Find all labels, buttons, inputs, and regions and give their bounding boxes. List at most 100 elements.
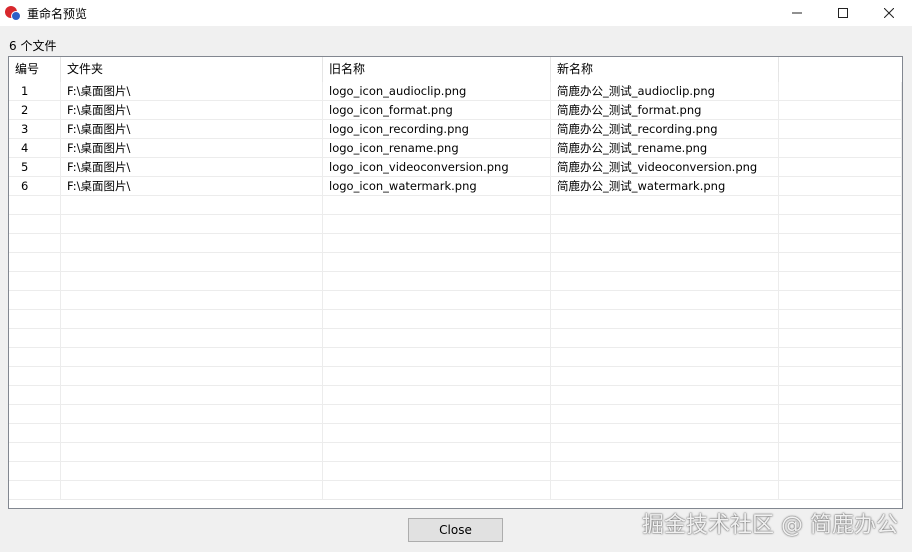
empty-cell <box>551 272 779 290</box>
table-row[interactable]: 5 F:\桌面图片\ logo_icon_videoconversion.png 简鹿… <box>9 158 902 177</box>
column-header-number[interactable]: 编号 <box>9 57 61 82</box>
rename-preview-table[interactable]: 编号 文件夹 旧名称 新名称 1 F:\桌面图片\ logo_icon_audioc… <box>8 56 903 509</box>
empty-cell <box>9 291 61 309</box>
row-number: 1 <box>9 82 61 100</box>
empty-cell <box>551 348 779 366</box>
maximize-button[interactable] <box>820 0 866 26</box>
empty-row <box>9 253 902 272</box>
row-old-name: logo_icon_videoconversion.png <box>323 158 551 176</box>
empty-cell <box>61 481 323 499</box>
empty-cell <box>551 481 779 499</box>
watermark-text: 掘金技术社区 @ 简鹿办公 <box>642 513 898 538</box>
empty-cell <box>9 272 61 290</box>
empty-cell <box>779 196 902 214</box>
empty-cell <box>9 215 61 233</box>
row-new-name: 简鹿办公_测试_videoconversion.png <box>551 158 779 176</box>
row-number: 4 <box>9 139 61 157</box>
empty-cell <box>9 348 61 366</box>
empty-cell <box>779 386 902 404</box>
column-header-filler <box>779 57 902 82</box>
empty-cell <box>323 272 551 290</box>
window-controls <box>774 0 912 26</box>
empty-cell <box>779 481 902 499</box>
row-folder: F:\桌面图片\ <box>61 82 323 100</box>
empty-cell <box>61 329 323 347</box>
title-bar: 重命名预览 <box>0 0 912 26</box>
empty-row <box>9 443 902 462</box>
table-body: 1 F:\桌面图片\ logo_icon_audioclip.png 简鹿办公_测试_… <box>9 82 902 500</box>
empty-cell <box>323 329 551 347</box>
empty-row <box>9 215 902 234</box>
empty-cell <box>323 196 551 214</box>
empty-cell <box>323 253 551 271</box>
empty-cell <box>61 291 323 309</box>
empty-row <box>9 272 902 291</box>
row-number: 6 <box>9 177 61 195</box>
empty-cell <box>9 481 61 499</box>
empty-cell <box>779 215 902 233</box>
minimize-icon <box>792 12 802 14</box>
empty-row <box>9 329 902 348</box>
empty-cell <box>779 367 902 385</box>
column-header-old-name[interactable]: 旧名称 <box>323 57 551 82</box>
table-row[interactable]: 6 F:\桌面图片\ logo_icon_watermark.png 简鹿办公_测试_… <box>9 177 902 196</box>
column-header-new-name[interactable]: 新名称 <box>551 57 779 82</box>
row-new-name: 简鹿办公_测试_format.png <box>551 101 779 119</box>
close-icon <box>884 8 894 18</box>
empty-cell <box>9 329 61 347</box>
table-row[interactable]: 1 F:\桌面图片\ logo_icon_audioclip.png 简鹿办公_测试_… <box>9 82 902 101</box>
close-window-button[interactable] <box>866 0 912 26</box>
empty-cell <box>9 196 61 214</box>
empty-cell <box>9 424 61 442</box>
empty-cell <box>779 272 902 290</box>
empty-cell <box>61 367 323 385</box>
empty-cell <box>61 405 323 423</box>
empty-cell <box>779 158 902 176</box>
empty-cell <box>779 348 902 366</box>
empty-row <box>9 196 902 215</box>
row-number: 2 <box>9 101 61 119</box>
table-row[interactable]: 2 F:\桌面图片\ logo_icon_format.png 简鹿办公_测试_for… <box>9 101 902 120</box>
empty-cell <box>9 253 61 271</box>
row-new-name: 简鹿办公_测试_rename.png <box>551 139 779 157</box>
row-old-name: logo_icon_audioclip.png <box>323 82 551 100</box>
empty-cell <box>323 215 551 233</box>
empty-cell <box>551 386 779 404</box>
maximize-icon <box>838 8 848 18</box>
row-number: 3 <box>9 120 61 138</box>
row-old-name: logo_icon_rename.png <box>323 139 551 157</box>
row-number: 5 <box>9 158 61 176</box>
empty-cell <box>779 139 902 157</box>
empty-row <box>9 405 902 424</box>
minimize-button[interactable] <box>774 0 820 26</box>
empty-cell <box>61 424 323 442</box>
row-new-name: 简鹿办公_测试_recording.png <box>551 120 779 138</box>
empty-cell <box>779 120 902 138</box>
table-row[interactable]: 4 F:\桌面图片\ logo_icon_rename.png 简鹿办公_测试_ren… <box>9 139 902 158</box>
empty-cell <box>779 234 902 252</box>
empty-row <box>9 386 902 405</box>
empty-cell <box>61 462 323 480</box>
empty-cell <box>323 367 551 385</box>
table-row[interactable]: 3 F:\桌面图片\ logo_icon_recording.png 简鹿办公_测试_… <box>9 120 902 139</box>
close-button[interactable]: Close <box>408 518 503 542</box>
empty-cell <box>551 329 779 347</box>
table-header: 编号 文件夹 旧名称 新名称 <box>9 57 902 82</box>
row-old-name: logo_icon_recording.png <box>323 120 551 138</box>
empty-cell <box>551 367 779 385</box>
empty-row <box>9 481 902 500</box>
empty-row <box>9 348 902 367</box>
empty-cell <box>551 291 779 309</box>
row-new-name: 简鹿办公_测试_audioclip.png <box>551 82 779 100</box>
empty-cell <box>9 367 61 385</box>
empty-row <box>9 310 902 329</box>
empty-row <box>9 462 902 481</box>
empty-cell <box>779 291 902 309</box>
empty-cell <box>323 481 551 499</box>
empty-cell <box>551 405 779 423</box>
empty-cell <box>551 253 779 271</box>
column-header-folder[interactable]: 文件夹 <box>61 57 323 82</box>
empty-cell <box>61 253 323 271</box>
empty-row <box>9 424 902 443</box>
empty-cell <box>779 405 902 423</box>
